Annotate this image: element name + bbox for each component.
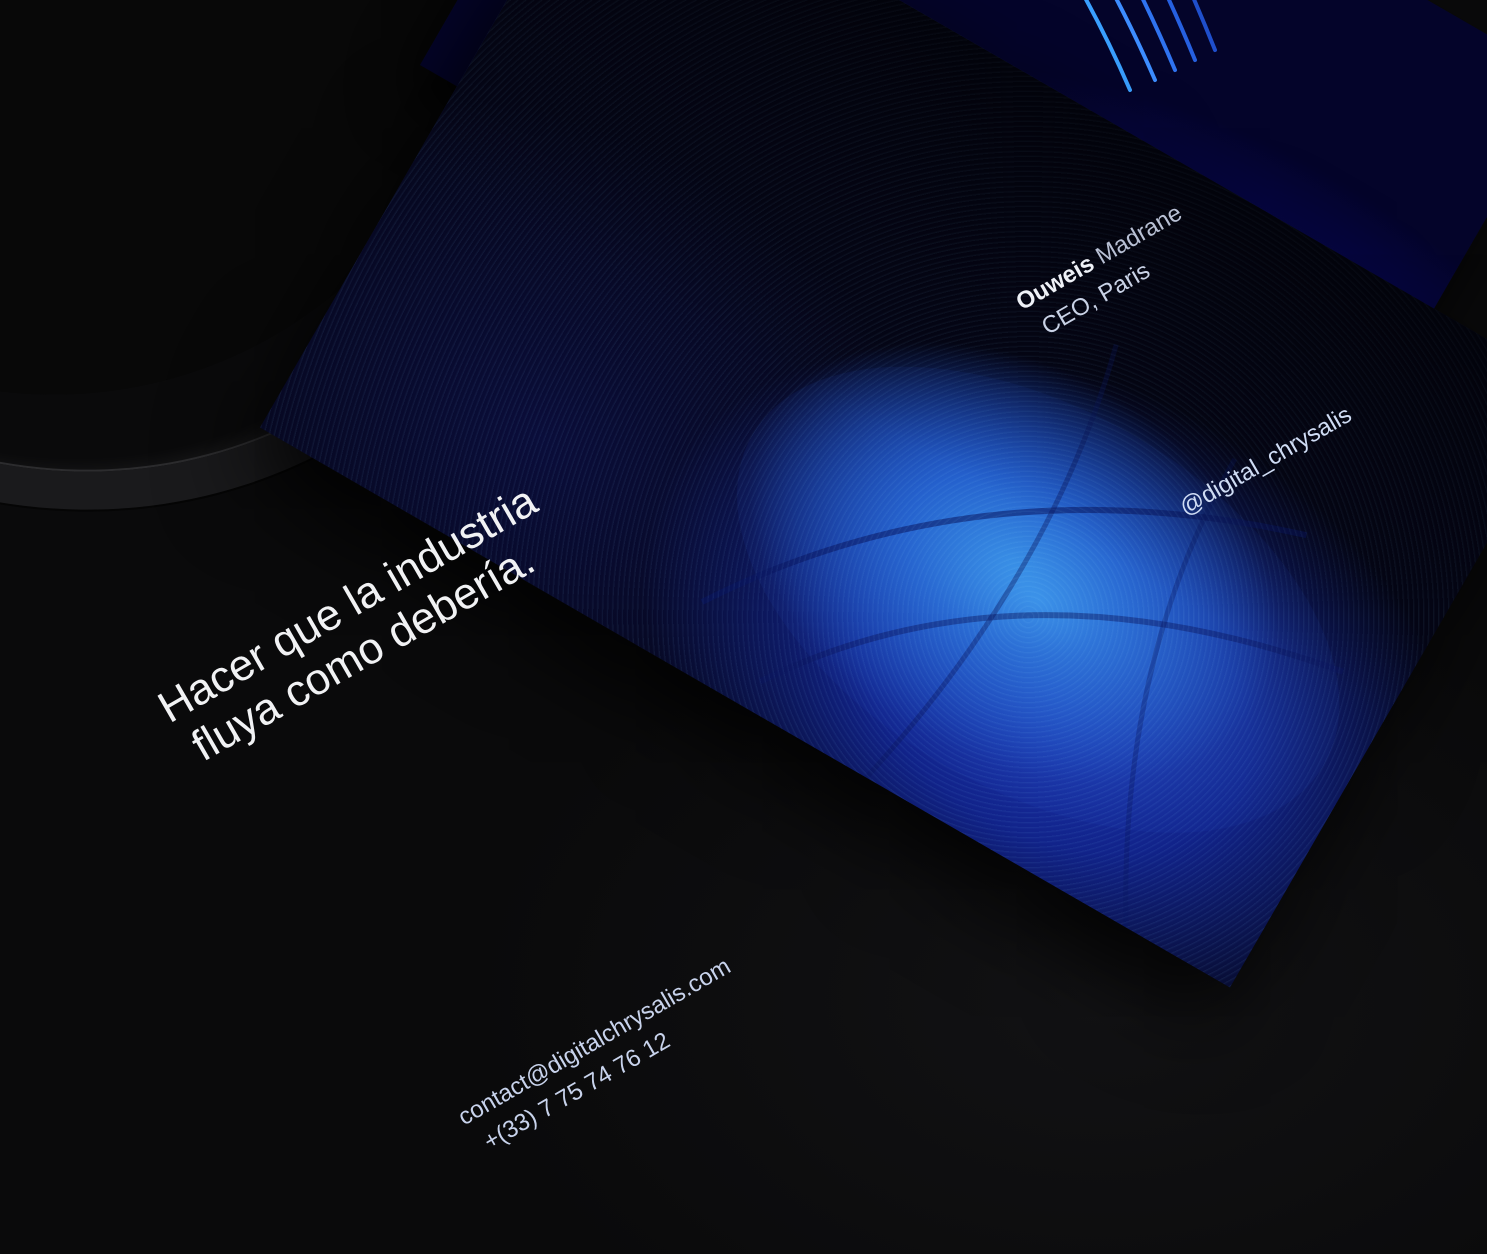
tagline: Hacer que la industria fluya como deberí… <box>150 476 571 777</box>
contact-block: contact@digitalchrysalis.com +(33) 7 75 … <box>452 950 754 1164</box>
photo-scene: Hacer que la industria fluya como deberí… <box>0 0 1487 1254</box>
